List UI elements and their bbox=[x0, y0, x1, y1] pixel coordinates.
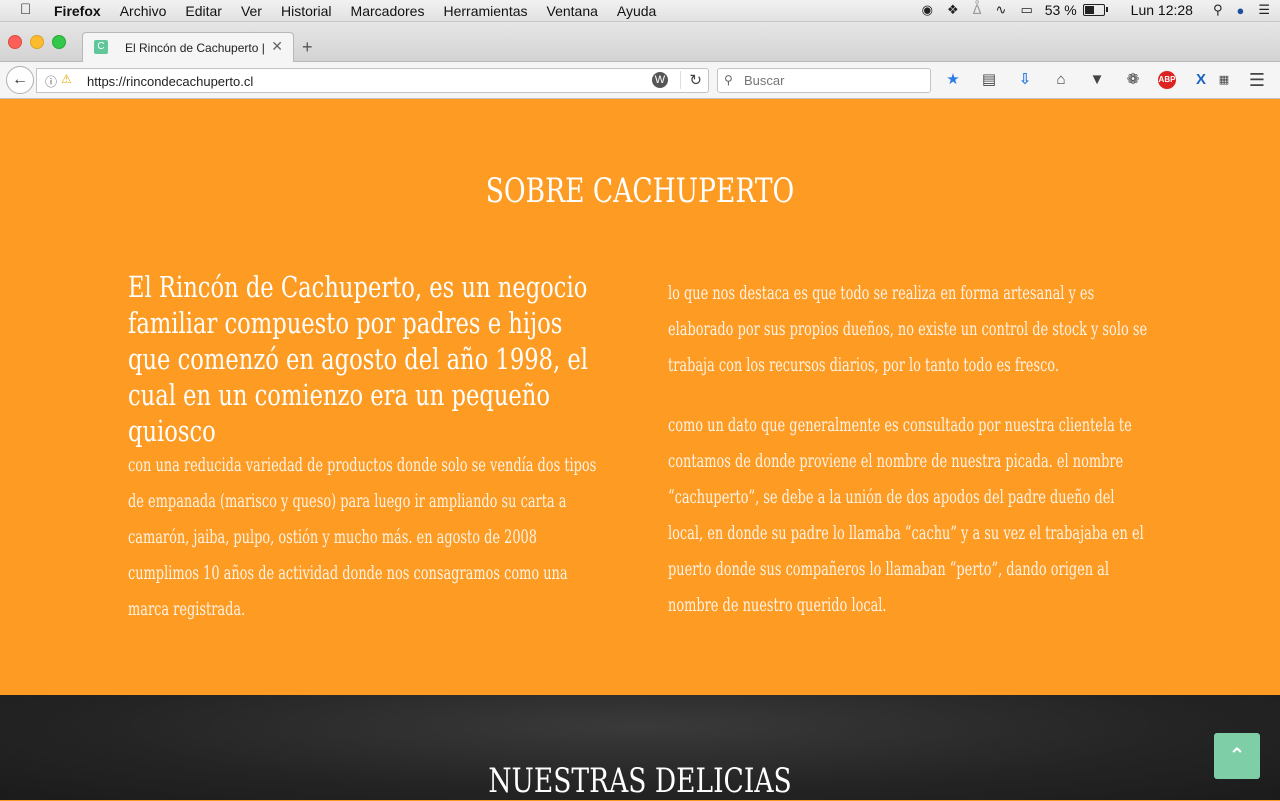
left-body-paragraph: con una reducida variedad de productos d… bbox=[128, 454, 597, 620]
window-controls bbox=[8, 35, 74, 49]
url-bar[interactable]: ⓘ ⚠ https://rincondecachuperto.cl W ↻ bbox=[36, 68, 709, 93]
dropbox-icon[interactable]: ❖ bbox=[947, 2, 959, 18]
adblock-plus-icon[interactable]: ABP bbox=[1158, 71, 1176, 89]
macos-menubar:  Firefox Archivo Editar Ver Historial M… bbox=[0, 0, 1280, 22]
navigation-bar: ← ⓘ ⚠ https://rincondecachuperto.cl W ↻ … bbox=[0, 62, 1280, 99]
tab-title: El Rincón de Cachuperto | bbox=[125, 41, 265, 55]
menu-ver[interactable]: Ver bbox=[241, 3, 262, 19]
site-info-icon[interactable]: ⓘ bbox=[45, 73, 57, 90]
creative-cloud-icon[interactable]: ◉ bbox=[922, 2, 933, 18]
toolbar-icons: ★ ▤ ⇩ ⌂ ▼ ❁ ABP X ▦ ☰ bbox=[942, 70, 1280, 90]
section-title: Sobre Cachuperto bbox=[485, 171, 795, 211]
right-paragraph-2: Como un dato que generalmente es consult… bbox=[668, 414, 1144, 616]
menu-archivo[interactable]: Archivo bbox=[120, 3, 167, 19]
tab-active[interactable]: C El Rincón de Cachuperto | ✕ bbox=[82, 32, 294, 62]
menu-ventana[interactable]: Ventana bbox=[547, 3, 598, 19]
menu-marcadores[interactable]: Marcadores bbox=[351, 3, 425, 19]
battery-percent: 53 % bbox=[1044, 2, 1077, 18]
zoom-window-button[interactable] bbox=[52, 35, 66, 49]
us-flag-icon[interactable]: ▦ bbox=[1216, 70, 1232, 90]
menu-firefox[interactable]: Firefox bbox=[54, 3, 101, 19]
left-column: El Rincón de Cachuperto, es un negocio f… bbox=[128, 269, 608, 627]
new-tab-icon[interactable]: + bbox=[302, 37, 313, 58]
back-button[interactable]: ← bbox=[6, 66, 34, 94]
close-tab-icon[interactable]: ✕ bbox=[271, 38, 283, 55]
x-extension-icon[interactable]: X bbox=[1190, 70, 1212, 90]
search-input[interactable] bbox=[742, 72, 926, 89]
airplay-icon[interactable]: ▭ bbox=[1020, 2, 1032, 18]
about-section: Sobre Cachuperto El Rincón de Cachuperto… bbox=[0, 99, 1280, 695]
menu-ayuda[interactable]: Ayuda bbox=[617, 3, 656, 19]
delicias-title: Nuestras delicias bbox=[488, 761, 792, 801]
menu-historial[interactable]: Historial bbox=[281, 3, 332, 19]
home-icon[interactable]: ⌂ bbox=[1050, 70, 1072, 90]
pocket-icon[interactable]: ▼ bbox=[1086, 70, 1108, 90]
extension-bug-icon[interactable]: ❁ bbox=[1122, 70, 1144, 90]
bluetooth-icon[interactable]: ᐂ bbox=[973, 2, 982, 18]
downloads-icon[interactable]: ⇩ bbox=[1014, 70, 1036, 90]
minimize-window-button[interactable] bbox=[30, 35, 44, 49]
clock[interactable]: Lun 12:28 bbox=[1131, 2, 1193, 18]
reload-icon[interactable]: ↻ bbox=[680, 71, 702, 89]
wifi-icon[interactable]: ∿ bbox=[996, 2, 1007, 18]
site-favicon-icon: C bbox=[94, 40, 108, 54]
notification-center-icon[interactable]: ☰ bbox=[1258, 2, 1270, 18]
close-window-button[interactable] bbox=[8, 35, 22, 49]
left-lead-paragraph: El Rincón de Cachuperto, es un negocio f… bbox=[128, 270, 589, 448]
bookmark-star-icon[interactable]: ★ bbox=[942, 70, 964, 90]
menu-herramientas[interactable]: Herramientas bbox=[443, 3, 527, 19]
right-paragraph-1: Lo que nos destaca es que todo se realiz… bbox=[668, 282, 1148, 376]
tab-strip: C El Rincón de Cachuperto | ✕ + bbox=[0, 22, 1280, 62]
delicias-section: Nuestras delicias bbox=[0, 695, 1280, 801]
scroll-to-top-button[interactable]: ⌃ bbox=[1214, 733, 1260, 779]
spotlight-search-icon[interactable]: ⚲ bbox=[1213, 2, 1223, 18]
status-area: ◉ ❖ ᐂ ∿ ▭ 53 % Lun 12:28 ⚲ ● ☰ bbox=[908, 2, 1270, 18]
battery-icon[interactable] bbox=[1082, 4, 1108, 16]
chevron-up-icon: ⌃ bbox=[1228, 745, 1246, 767]
search-bar[interactable]: ⚲ bbox=[717, 68, 931, 93]
apple-icon[interactable]:  bbox=[20, 1, 31, 18]
url-text[interactable]: https://rincondecachuperto.cl bbox=[87, 74, 253, 89]
hamburger-menu-icon[interactable]: ☰ bbox=[1246, 70, 1268, 90]
bookmarks-list-icon[interactable]: ▤ bbox=[978, 70, 1000, 90]
right-column: Lo que nos destaca es que todo se realiz… bbox=[668, 275, 1152, 623]
user-avatar-icon[interactable]: ● bbox=[1236, 3, 1244, 18]
insecure-lock-warning-icon[interactable]: ⚠ bbox=[61, 72, 72, 86]
menu-editar[interactable]: Editar bbox=[185, 3, 222, 19]
search-icon: ⚲ bbox=[724, 73, 733, 87]
app-menus: Firefox Archivo Editar Ver Historial Mar… bbox=[54, 3, 675, 19]
wordpress-icon[interactable]: W bbox=[652, 72, 668, 88]
